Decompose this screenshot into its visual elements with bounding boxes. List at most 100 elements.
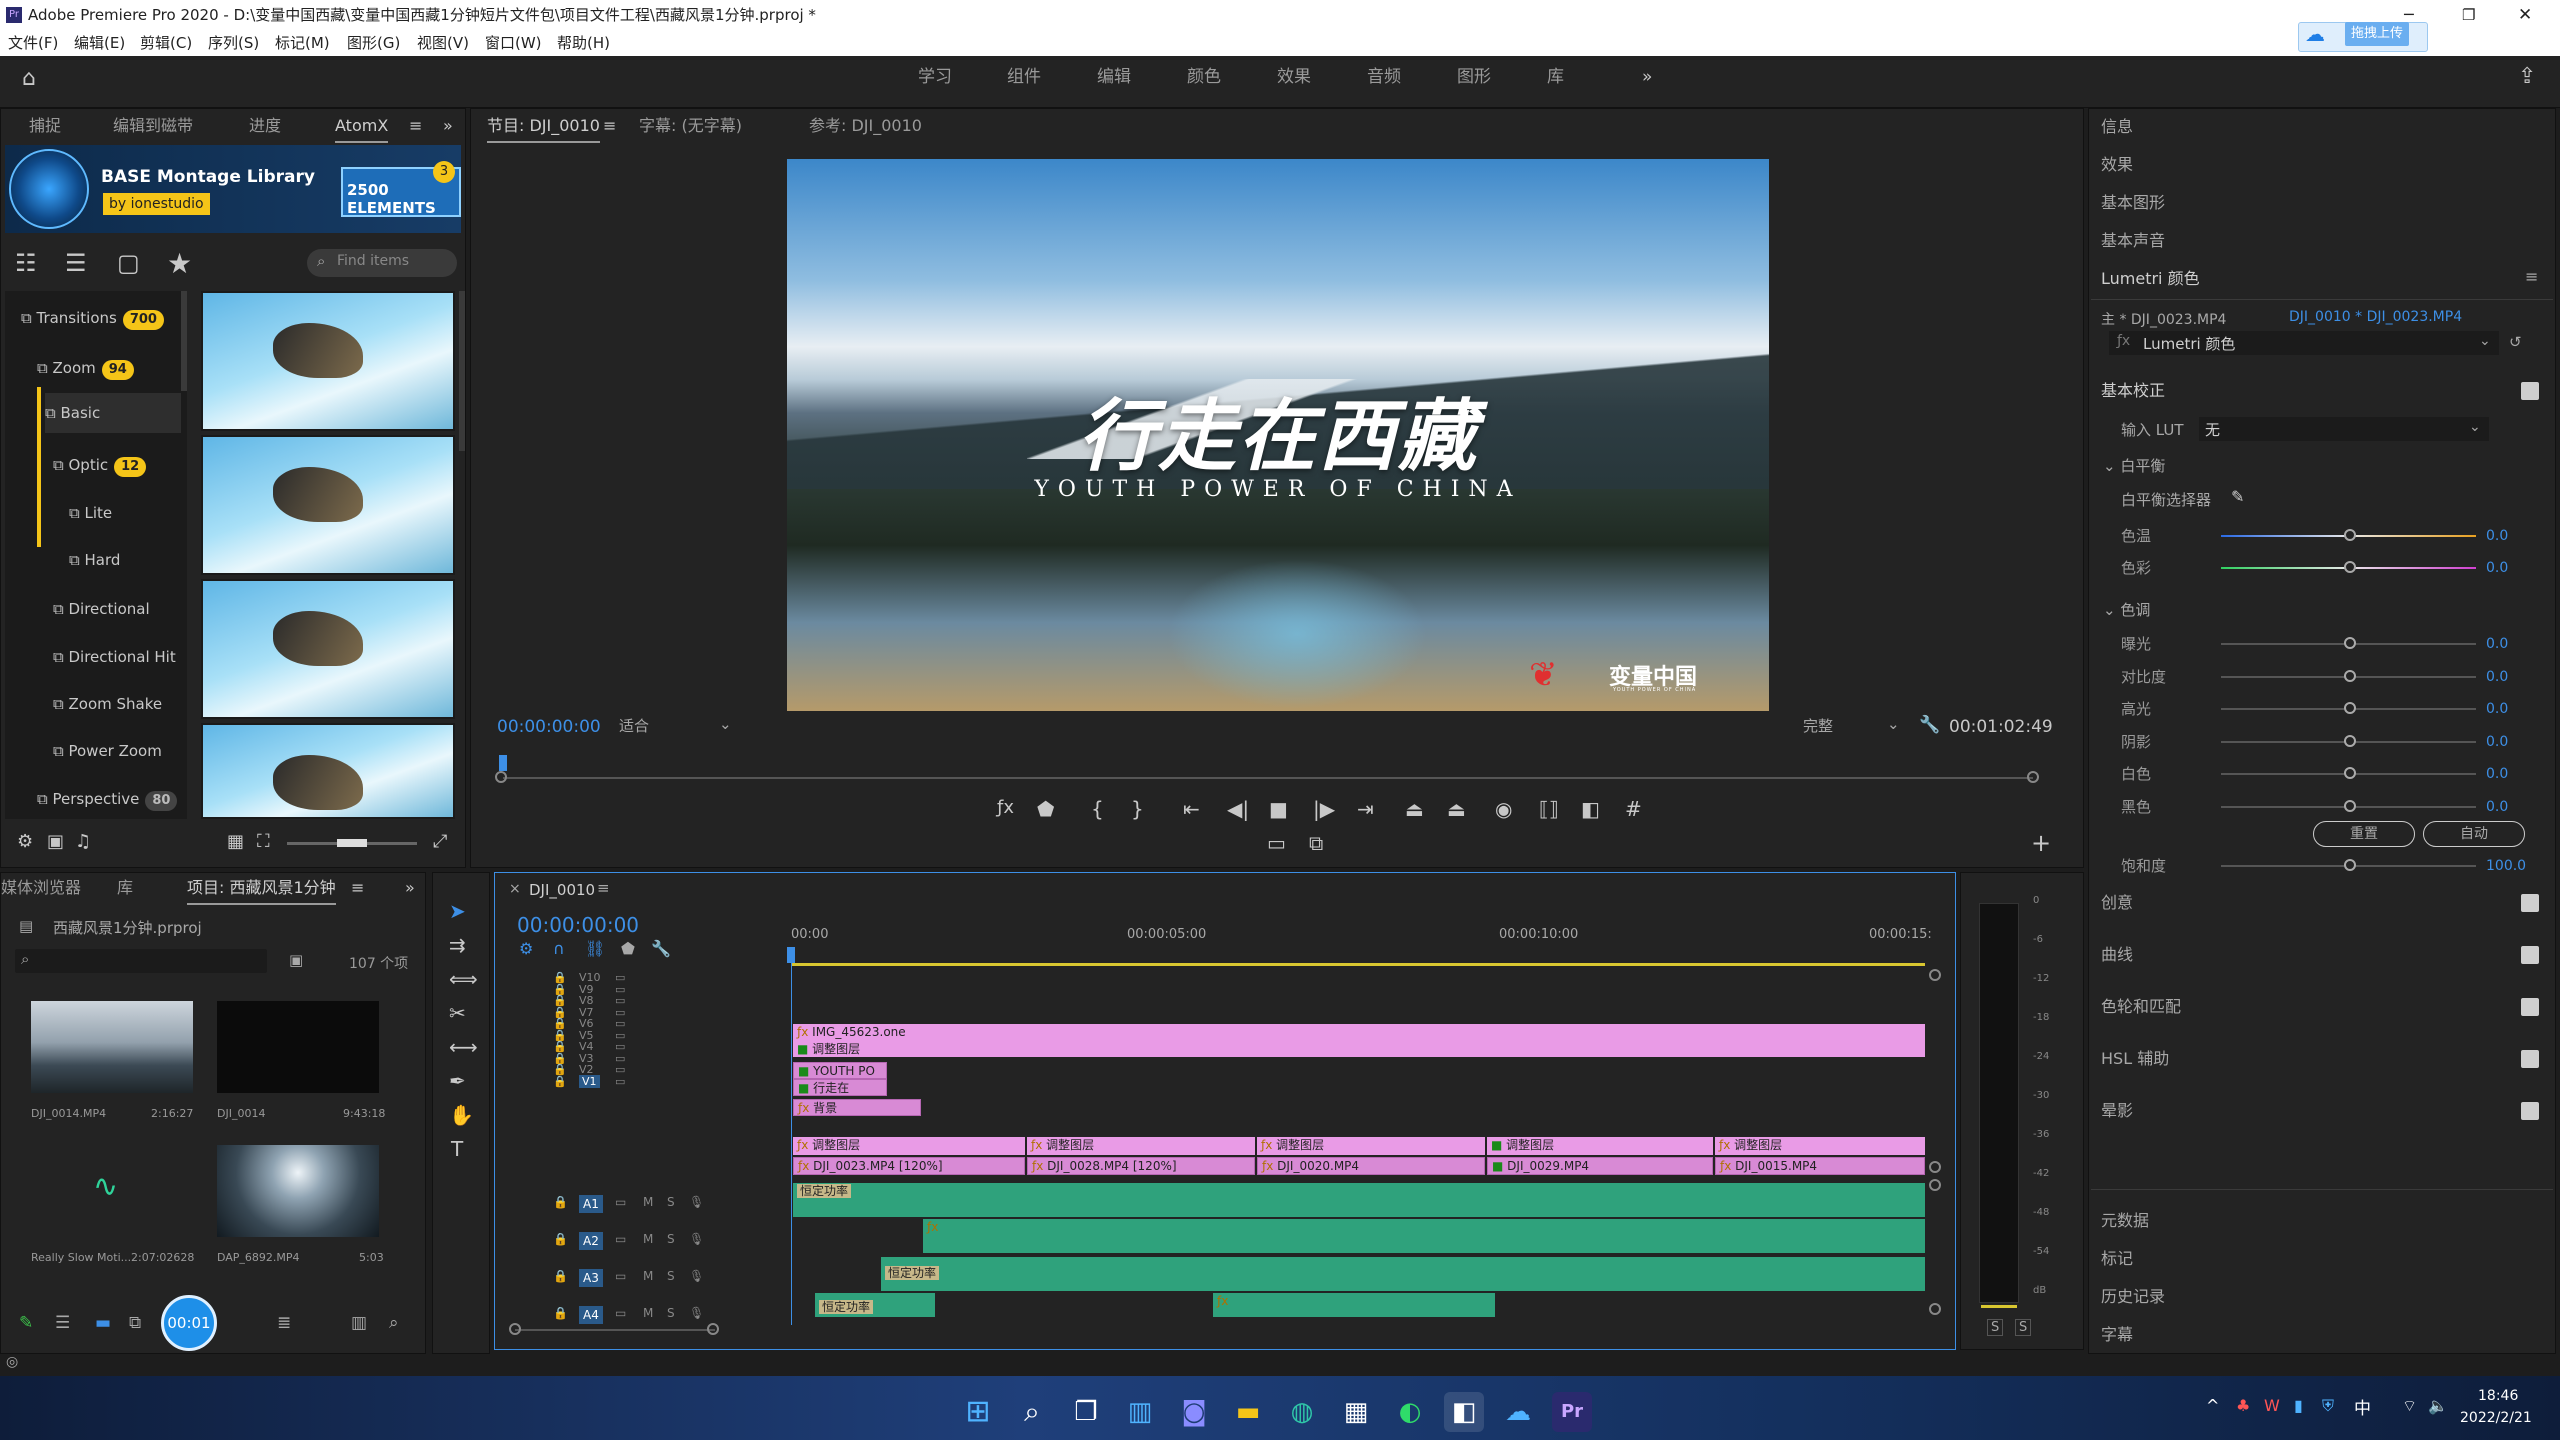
zoom-handle[interactable]	[1929, 1303, 1941, 1315]
track-label[interactable]: A3	[579, 1269, 603, 1287]
wifi-icon[interactable]: ⌔	[2402, 1396, 2417, 1416]
project-search[interactable]: ⌕	[15, 949, 267, 973]
solo-right-button[interactable]: S	[2015, 1319, 2032, 1336]
tree-optic[interactable]: ⧉ Optic 12	[53, 445, 147, 485]
clock-date[interactable]: 2022/2/21	[2460, 1410, 2532, 1426]
preset-thumbnail[interactable]	[201, 291, 455, 431]
icon-view-icon[interactable]: ▬	[95, 1313, 111, 1333]
track-output-icon[interactable]: ▭	[615, 1075, 625, 1088]
video-track-header[interactable]: 🔒 V4 ▭	[531, 1040, 751, 1053]
track-label[interactable]: A2	[579, 1232, 603, 1250]
basic-correction-header[interactable]: 基本校正	[2101, 373, 2551, 409]
workspace-graphics[interactable]: 图形	[1457, 56, 1491, 98]
audio-track-header[interactable]: 🔒 A4 ▭ M S 🎙	[531, 1298, 751, 1332]
sequence-menu-icon[interactable]: ≡	[597, 879, 610, 897]
slider-knob[interactable]	[2344, 702, 2356, 715]
widgets-icon[interactable]: ▥	[1120, 1392, 1160, 1432]
tab-program[interactable]: 节目: DJI_0010	[487, 111, 600, 143]
sliders-icon[interactable]: ☷	[15, 249, 37, 277]
lumetri-sequence[interactable]: DJI_0010 * DJI_0023.MP4	[2289, 309, 2462, 325]
slider-knob[interactable]	[2344, 529, 2356, 541]
slider-value[interactable]: 0.0	[2486, 521, 2508, 551]
auto-button[interactable]: 自动	[2423, 821, 2525, 847]
tray-app-icon[interactable]: ♣	[2236, 1396, 2250, 1415]
panel-essential-sound[interactable]: 基本声音	[2101, 223, 2551, 259]
menu-help[interactable]: 帮助(H)	[557, 30, 610, 56]
hsl-section[interactable]: HSL 辅助	[2101, 1041, 2551, 1077]
pencil-icon[interactable]: ✎	[19, 1313, 33, 1333]
type-tool-icon[interactable]: T	[451, 1137, 463, 1161]
panel-markers[interactable]: 标记	[2101, 1241, 2551, 1277]
nest-icon[interactable]: ⚙	[519, 939, 533, 958]
selection-tool-icon[interactable]: ➤	[449, 899, 466, 923]
razor-tool-icon[interactable]: ✂	[449, 1001, 466, 1025]
settings-icon[interactable]: ⚙	[17, 831, 33, 852]
clip-video[interactable]: ƒx DJI_0020.MP4	[1257, 1157, 1485, 1175]
document-icon[interactable]: ▢	[117, 249, 140, 277]
size-slider[interactable]	[287, 839, 417, 847]
tab-capture[interactable]: 捕捉	[29, 111, 61, 141]
media-thumbnail[interactable]	[217, 1145, 379, 1237]
go-to-out-icon[interactable]: ⇥	[1357, 797, 1374, 821]
slider-knob[interactable]	[2344, 800, 2356, 812]
maximize-icon[interactable]: ❐	[2462, 0, 2475, 30]
notification-badge[interactable]: 3	[433, 161, 455, 183]
slider-value[interactable]: 0.0	[2486, 727, 2508, 757]
video-track-header[interactable]: 🔒 V3 ▭	[531, 1052, 751, 1065]
panel-menu-icon[interactable]: ≡	[409, 111, 422, 141]
track-output-icon[interactable]: ▭	[615, 1306, 626, 1320]
stop-icon[interactable]: ■	[1269, 797, 1288, 821]
audio-track-header[interactable]: 🔒 A2 ▭ M S 🎙	[531, 1224, 751, 1258]
curves-checkbox[interactable]	[2521, 946, 2539, 964]
find-icon[interactable]: ⌕	[389, 1313, 399, 1333]
ripple-edit-tool-icon[interactable]: ⟺	[449, 967, 478, 991]
slider-knob[interactable]	[2344, 859, 2356, 871]
go-to-in-icon[interactable]: ⇤	[1183, 797, 1200, 821]
scrub-end-handle[interactable]	[2027, 771, 2039, 783]
menu-edit[interactable]: 编辑(E)	[74, 30, 125, 56]
clip-text-youth[interactable]: ■ YOUTH PO	[793, 1062, 887, 1079]
mute-button[interactable]: M	[643, 1195, 653, 1209]
creative-checkbox[interactable]	[2521, 894, 2539, 912]
file-explorer-icon[interactable]: ▬	[1228, 1392, 1268, 1432]
creative-section[interactable]: 创意	[2101, 885, 2551, 921]
panel-effects[interactable]: 效果	[2101, 147, 2551, 183]
video-track-header[interactable]: 🔒 V10 ▭	[531, 971, 751, 984]
reset-button[interactable]: 重置	[2313, 821, 2415, 847]
track-output-icon[interactable]: ▭	[615, 1269, 626, 1283]
wechat-icon[interactable]: ◐	[1390, 1392, 1430, 1432]
clip-adjustment[interactable]: ƒx 调整图层	[793, 1137, 1025, 1155]
slider-knob[interactable]	[2344, 669, 2356, 682]
vignette-checkbox[interactable]	[2521, 1102, 2539, 1120]
track-select-tool-icon[interactable]: ⇉	[449, 933, 466, 957]
tab-project[interactable]: 项目: 西藏风景1分钟	[187, 873, 336, 905]
lock-icon[interactable]: 🔒	[553, 1195, 568, 1209]
tone-slider-row[interactable]: 阴影 0.0	[2121, 727, 2521, 757]
menu-marker[interactable]: 标记(M)	[275, 30, 330, 56]
hand-tool-icon[interactable]: ✋	[449, 1103, 474, 1127]
hsl-checkbox[interactable]	[2521, 1050, 2539, 1068]
clip-video[interactable]: ƒx DJI_0023.MP4 [120%]	[793, 1157, 1025, 1175]
program-menu-icon[interactable]: ≡	[603, 111, 616, 141]
tray-wps-icon[interactable]: W	[2264, 1396, 2280, 1415]
mute-button[interactable]: M	[643, 1269, 653, 1283]
video-track-header[interactable]: 🔒 V9 ▭	[531, 983, 751, 996]
panel-metadata[interactable]: 元数据	[2101, 1203, 2551, 1239]
tone-slider-row[interactable]: 高光 0.0	[2121, 694, 2521, 724]
tree-transitions[interactable]: ⧉ Transitions 700	[21, 298, 164, 338]
grid-icon[interactable]: ▦	[227, 831, 244, 852]
solo-button[interactable]: S	[667, 1232, 675, 1246]
home-icon[interactable]: ⌂	[22, 66, 36, 91]
lumetri-source[interactable]: 主 * DJI_0023.MP4	[2101, 309, 2226, 329]
clip-image[interactable]: ƒx IMG_45623.one	[793, 1024, 1925, 1041]
workspace-effects[interactable]: 效果	[1277, 56, 1311, 98]
fit-icon[interactable]: ⛶	[257, 831, 270, 852]
video-icon[interactable]: ▣	[47, 831, 64, 852]
tree-perspective[interactable]: ⧉ Perspective 80	[37, 779, 178, 819]
workspace-learn[interactable]: 学习	[918, 56, 952, 98]
mark-in-icon[interactable]: {	[1091, 797, 1104, 821]
tree-zoom-shake[interactable]: ⧉ Zoom Shake	[53, 684, 162, 724]
workspace-libraries[interactable]: 库	[1547, 56, 1564, 98]
playhead-timecode[interactable]: 00:00:00:00	[497, 717, 601, 737]
toggle-proxy-icon[interactable]: ⧉	[1309, 831, 1323, 855]
